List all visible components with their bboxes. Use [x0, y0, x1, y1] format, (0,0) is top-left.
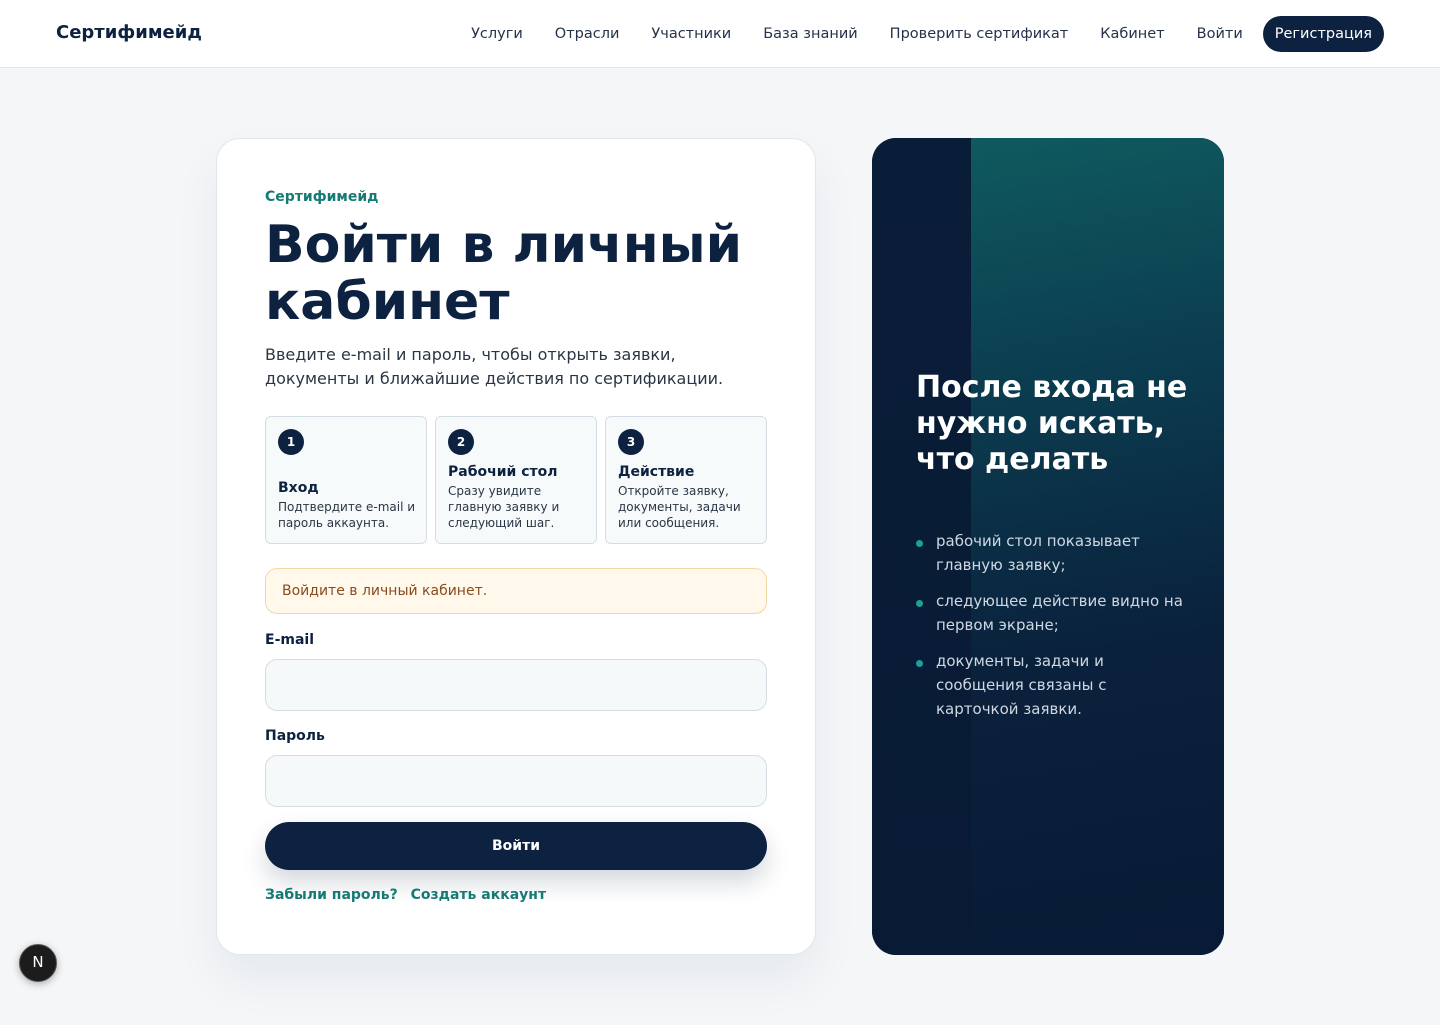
top-navigation: Сертифимейд Услуги Отрасли Участники Баз… — [0, 0, 1440, 68]
login-card: Сертифимейд Войти в личный кабинет Введи… — [216, 138, 816, 955]
step-card-login: 1 Вход Подтвердите e-mail и пароль аккау… — [265, 416, 427, 544]
list-item-text: документы, задачи и сообщения связаны с … — [936, 652, 1107, 718]
bullet-dot-icon — [916, 660, 923, 667]
nav-item-cabinet[interactable]: Кабинет — [1100, 26, 1164, 42]
step-title: Вход — [278, 480, 319, 496]
step-title: Действие — [618, 464, 695, 480]
panel-title: После входа не нужно искать, что делать — [916, 370, 1188, 477]
nextjs-badge-icon[interactable]: N — [19, 944, 57, 982]
list-item-text: рабочий стол показывает главную заявку; — [936, 532, 1140, 574]
login-steps: 1 Вход Подтвердите e-mail и пароль аккау… — [265, 416, 767, 544]
register-button[interactable]: Регистрация — [1262, 16, 1384, 52]
step-title: Рабочий стол — [448, 464, 558, 480]
nav-item-login[interactable]: Войти — [1197, 26, 1243, 42]
bullet-dot-icon — [916, 600, 923, 607]
brand-logo[interactable]: Сертифимейд — [56, 22, 202, 43]
create-account-link[interactable]: Создать аккаунт — [411, 887, 546, 903]
login-description: Введите e-mail и пароль, чтобы открыть з… — [265, 345, 724, 388]
step-number: 3 — [618, 429, 644, 455]
list-item: следующее действие видно на первом экран… — [916, 589, 1186, 637]
nav-item-participants[interactable]: Участники — [651, 26, 731, 42]
list-item: рабочий стол показывает главную заявку; — [916, 529, 1186, 577]
list-item-text: следующее действие видно на первом экран… — [936, 592, 1183, 634]
step-number: 1 — [278, 429, 304, 455]
nav-item-services[interactable]: Услуги — [471, 26, 523, 42]
step-number: 2 — [448, 429, 474, 455]
step-card-action: 3 Действие Откройте заявку, документы, з… — [605, 416, 767, 544]
card-eyebrow: Сертифимейд — [265, 189, 379, 205]
page-title: Войти в личный кабинет — [265, 215, 743, 332]
step-text: Подтвердите e-mail и пароль аккаунта. — [278, 500, 416, 530]
step-card-dashboard: 2 Рабочий стол Сразу увидите главную зая… — [435, 416, 597, 544]
step-text: Откройте заявку, документы, задачи или с… — [618, 484, 741, 530]
nav-item-knowledge-base[interactable]: База знаний — [763, 26, 857, 42]
main-nav: Услуги Отрасли Участники База знаний Про… — [439, 16, 1384, 52]
password-field[interactable] — [265, 755, 767, 807]
email-field[interactable] — [265, 659, 767, 711]
panel-benefits-list: рабочий стол показывает главную заявку; … — [916, 529, 1186, 733]
list-item: документы, задачи и сообщения связаны с … — [916, 649, 1186, 721]
auth-links: Забыли пароль? Создать аккаунт — [265, 887, 554, 903]
login-submit-button[interactable]: Войти — [265, 822, 767, 870]
email-label: E-mail — [265, 632, 315, 648]
bullet-dot-icon — [916, 540, 923, 547]
info-panel: После входа не нужно искать, что делать … — [872, 138, 1224, 955]
nav-item-industries[interactable]: Отрасли — [555, 26, 620, 42]
step-text: Сразу увидите главную заявку и следующий… — [448, 484, 560, 530]
password-label: Пароль — [265, 728, 325, 744]
nav-item-check-certificate[interactable]: Проверить сертификат — [890, 26, 1069, 42]
login-alert: Войдите в личный кабинет. — [265, 568, 767, 614]
forgot-password-link[interactable]: Забыли пароль? — [265, 887, 398, 903]
